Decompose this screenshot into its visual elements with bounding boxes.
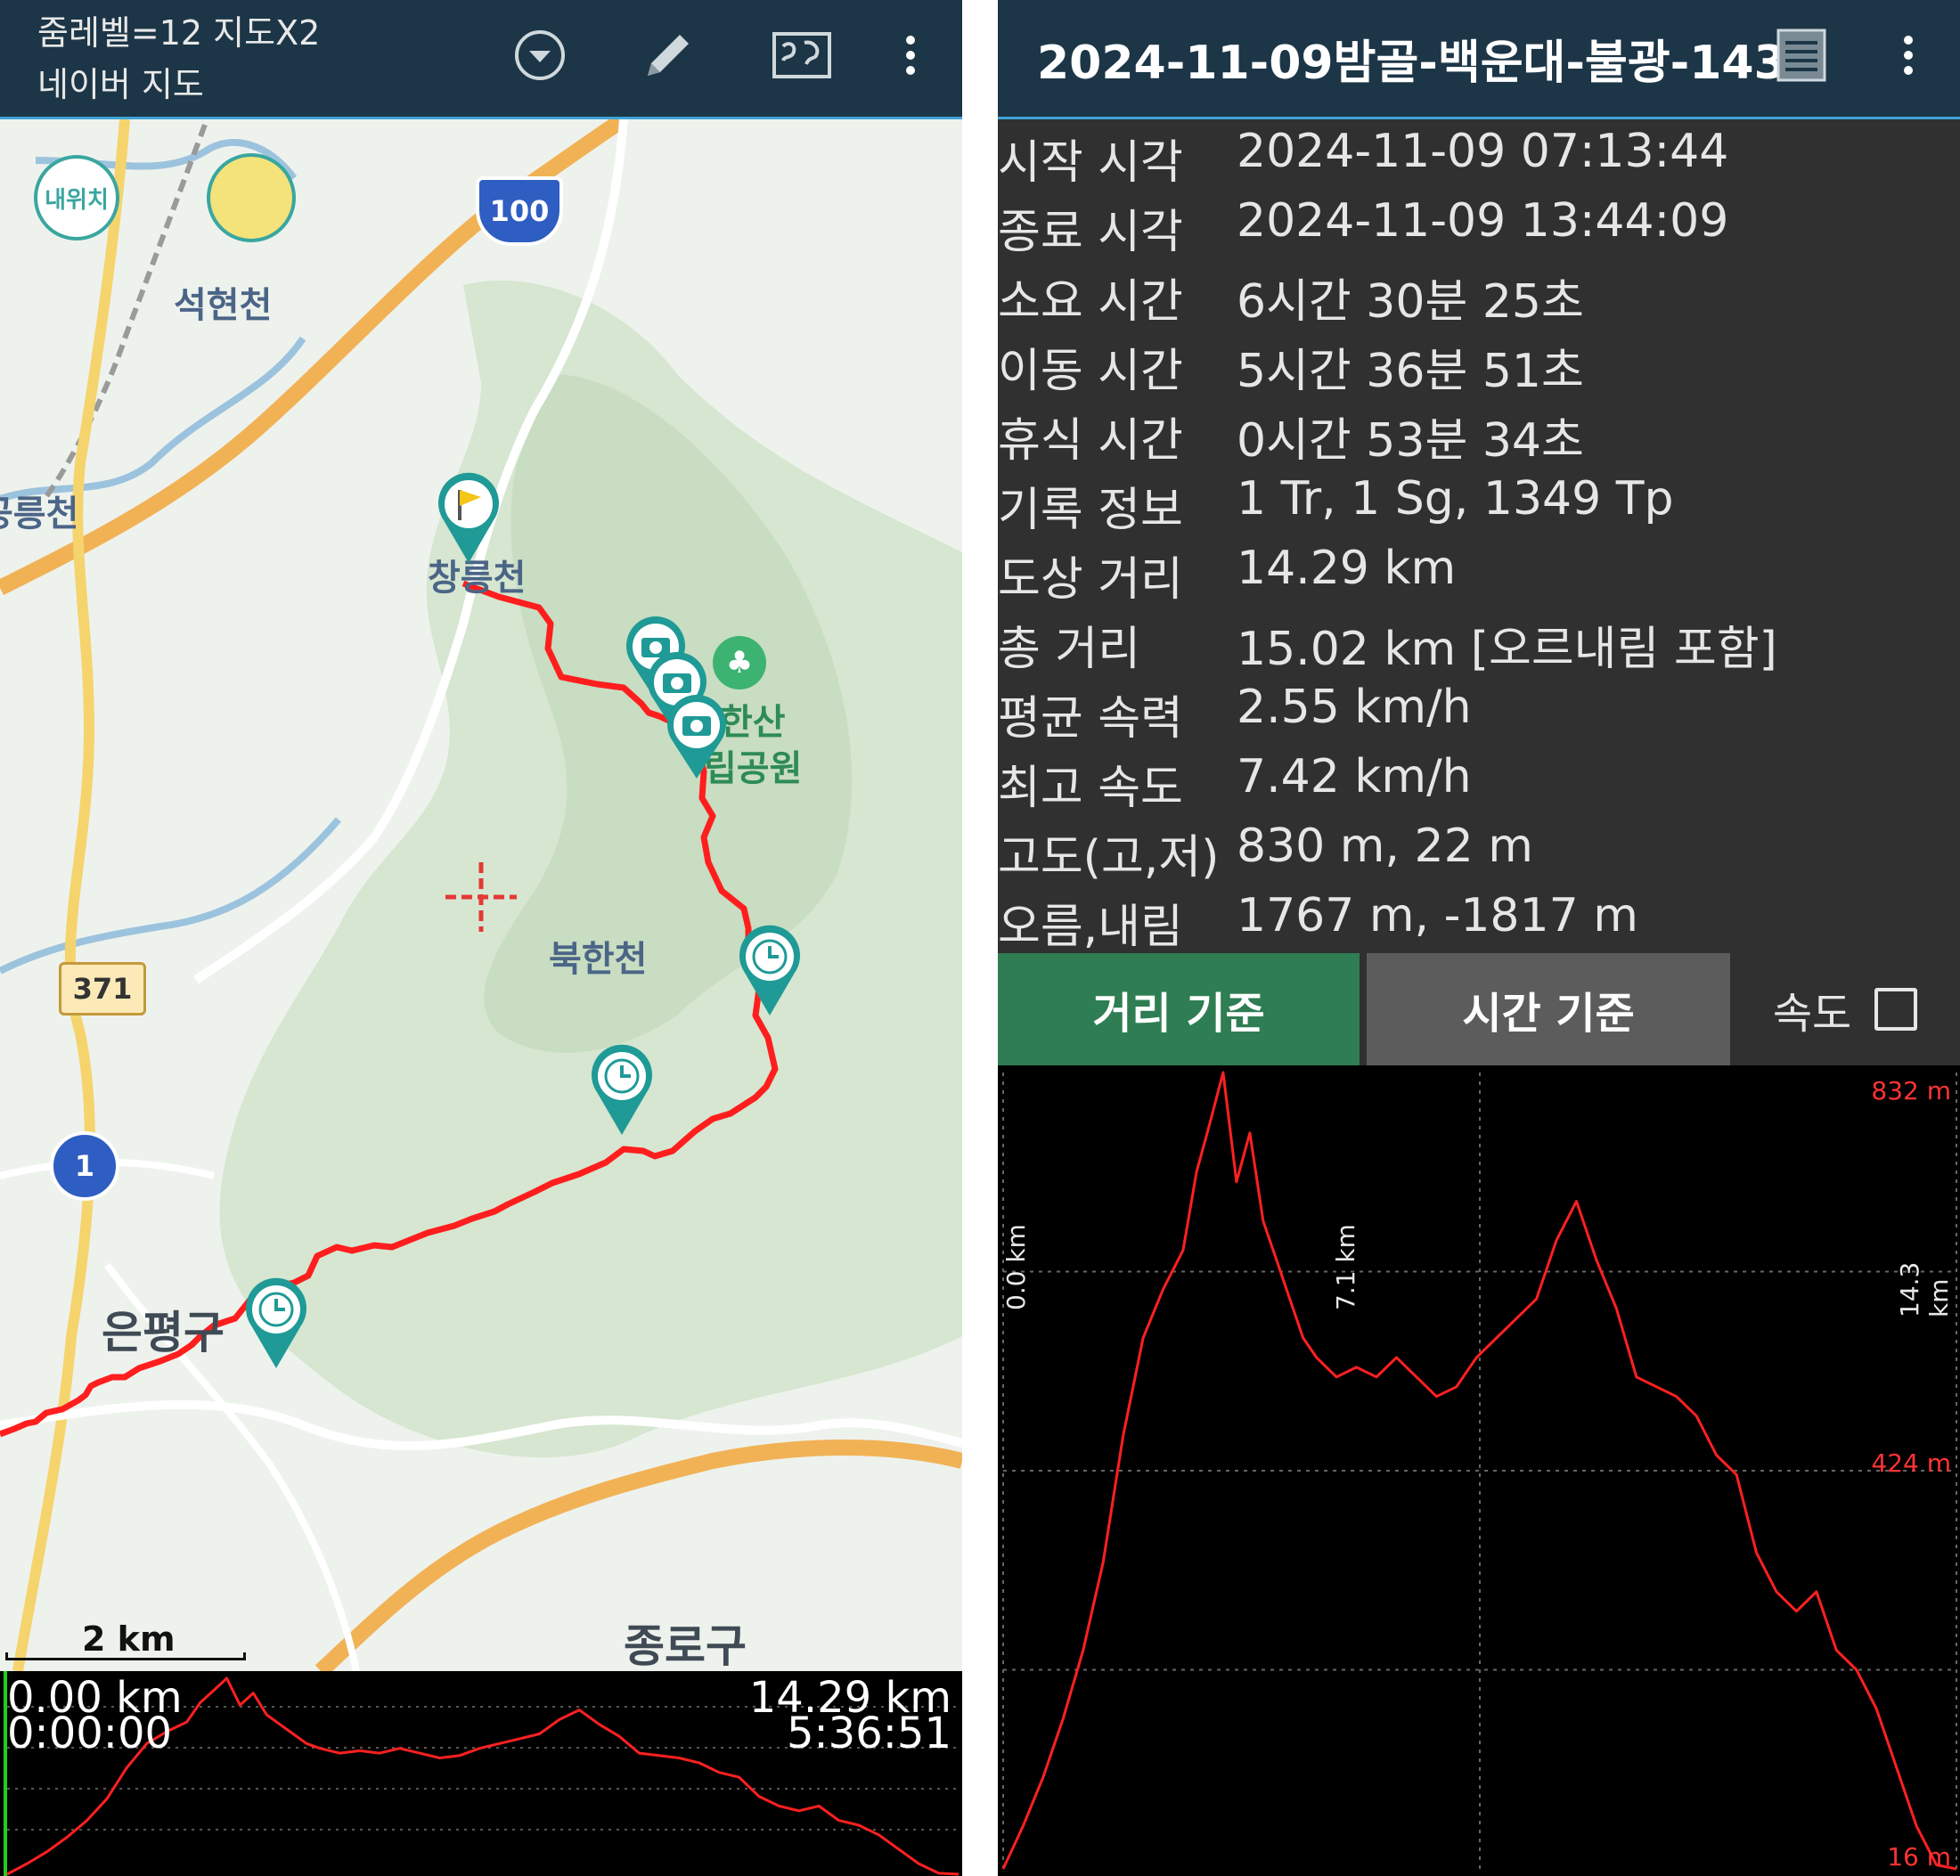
stat-label: 휴식 시간 xyxy=(998,414,1183,468)
speed-toggle[interactable]: 속도 xyxy=(1730,953,1960,1065)
park-icon: ♣ xyxy=(713,636,766,689)
photo-pin[interactable] xyxy=(663,693,731,782)
route-1-sign: 1 xyxy=(50,1131,119,1201)
map-toolbar: 줌레벨=12 지도X2 네이버 지도 xyxy=(0,0,962,119)
stat-label: 도상 거리 xyxy=(998,553,1183,607)
stat-row: 시작 시각 2024-11-09 07:13:44 xyxy=(998,119,1960,190)
stat-row: 종료 시각 2024-11-09 13:44:09 xyxy=(998,189,1960,259)
stat-row: 기록 정보 1 Tr, 1 Sg, 1349 Tp xyxy=(998,467,1960,537)
stat-row: 총 거리 15.02 km [오르내림 포함] xyxy=(998,606,1960,676)
my-location-button[interactable]: 내위치 xyxy=(34,155,119,241)
x-end-label: 14.3 km xyxy=(1895,1261,1954,1317)
rest-clock-pin[interactable] xyxy=(241,1274,312,1372)
y-max-label: 832 m xyxy=(1871,1076,1951,1105)
route-371-sign: 371 xyxy=(59,962,146,1015)
stat-row: 소요 시간 6시간 30분 25초 xyxy=(998,258,1960,329)
label-gongneungcheon: 공릉천 xyxy=(0,493,79,534)
elevation-chart[interactable]: 832 m 424 m 16 m 0.0 km 7.1 km 14.3 km xyxy=(998,1065,1960,1876)
stat-row: 이동 시간 5시간 36분 51초 xyxy=(998,328,1960,398)
stat-value: 830 m, 22 m xyxy=(1237,820,1533,873)
start-flag-pin[interactable] xyxy=(433,469,504,567)
stat-label: 평균 속력 xyxy=(998,692,1183,746)
track-toolbar: 2024-11-09밤골-백운대-불광-143 xyxy=(998,0,1960,119)
stat-value: 2.55 km/h xyxy=(1237,681,1472,734)
stat-label: 이동 시간 xyxy=(998,345,1183,398)
elevation-chart-svg xyxy=(1001,1071,1957,1871)
stat-value: 1 Tr, 1 Sg, 1349 Tp xyxy=(1237,472,1674,526)
tab-distance-basis[interactable]: 거리 기준 xyxy=(998,953,1360,1065)
rest-clock-pin[interactable] xyxy=(586,1040,657,1138)
world-map-icon[interactable] xyxy=(766,20,837,91)
list-icon[interactable] xyxy=(1766,20,1837,91)
pencil-icon[interactable] xyxy=(633,20,704,91)
map-drawing xyxy=(0,119,962,1671)
map-name-text: 네이버 지도 xyxy=(37,65,204,104)
stat-value: 1767 m, -1817 m xyxy=(1237,889,1638,942)
x-start-label: 0.0 km xyxy=(1000,1224,1031,1310)
mini-elevation-profile[interactable]: 0.00 km 0:00:00 14.29 km 5:36:51 xyxy=(0,1671,962,1876)
sun-icon[interactable] xyxy=(207,153,296,242)
stat-value: 6시간 30분 25초 xyxy=(1237,275,1584,329)
x-mid-label: 7.1 km xyxy=(1330,1224,1360,1310)
stat-value: 15.02 km [오르내림 포함] xyxy=(1237,623,1777,676)
stat-label: 기록 정보 xyxy=(998,484,1183,537)
stat-label: 시작 시각 xyxy=(998,136,1183,190)
stat-row: 평균 속력 2.55 km/h xyxy=(998,675,1960,746)
scale-ruler xyxy=(5,1652,246,1660)
more-vert-icon[interactable] xyxy=(884,20,937,91)
mini-end-time: 5:36:51 xyxy=(786,1709,951,1758)
stat-value: 2024-11-09 07:13:44 xyxy=(1237,125,1729,178)
label-jongno: 종로구 xyxy=(624,1620,747,1671)
stat-label: 종료 시각 xyxy=(998,206,1183,259)
route-100-shield: 100 xyxy=(476,176,563,246)
stat-row: 고도(고,저) 830 m, 22 m xyxy=(998,814,1960,885)
stat-value: 5시간 36분 51초 xyxy=(1237,345,1584,398)
stat-value: 7.42 km/h xyxy=(1237,750,1472,803)
track-title: 2024-11-09밤골-백운대-불광-143 xyxy=(1037,37,1786,90)
stat-row: 최고 속도 7.42 km/h xyxy=(998,745,1960,815)
stat-row: 오름,내림 1767 m, -1817 m xyxy=(998,884,1960,954)
stat-label: 총 거리 xyxy=(998,623,1141,676)
tab-time-basis[interactable]: 시간 기준 xyxy=(1367,953,1730,1065)
label-bukhancheon: 북한천 xyxy=(549,939,648,980)
stat-value: 2024-11-09 13:44:09 xyxy=(1237,194,1729,248)
y-mid-label: 424 m xyxy=(1871,1448,1951,1478)
label-eunpyeong: 은평구 xyxy=(102,1307,225,1358)
map-panel: 줌레벨=12 지도X2 네이버 지도 내위치 100 371 1 석현천 릉천 … xyxy=(0,0,962,1876)
map-scale-bar: 2 km xyxy=(5,1619,246,1664)
stat-value: 14.29 km xyxy=(1237,542,1457,595)
stat-label: 오름,내림 xyxy=(998,901,1183,954)
speed-checkbox[interactable] xyxy=(1874,988,1918,1031)
label-seokhyeoncheon: 석현천 xyxy=(174,285,273,326)
map-view[interactable]: 내위치 100 371 1 석현천 공릉천 창릉천 북한천 한산 립공원 은평구… xyxy=(0,119,962,1671)
zoom-level-text: 줌레벨=12 지도X2 xyxy=(37,13,321,53)
stat-label: 소요 시간 xyxy=(998,275,1183,329)
rest-clock-pin[interactable] xyxy=(734,921,805,1019)
speed-label: 속도 xyxy=(1772,989,1852,1039)
stat-value: 0시간 53분 34초 xyxy=(1237,414,1584,468)
stat-label: 고도(고,저) xyxy=(998,831,1220,885)
stat-row: 휴식 시간 0시간 53분 34초 xyxy=(998,397,1960,468)
more-vert-icon[interactable] xyxy=(1882,20,1935,91)
dropdown-circle-icon[interactable] xyxy=(504,20,576,91)
y-min-label: 16 m xyxy=(1887,1842,1951,1872)
mini-start-time: 0:00:00 xyxy=(7,1709,173,1758)
stat-label: 최고 속도 xyxy=(998,762,1183,815)
stat-row: 도상 거리 14.29 km xyxy=(998,536,1960,607)
track-info-panel: 2024-11-09밤골-백운대-불광-143 시작 시각 2024-11-09 … xyxy=(998,0,1960,1876)
